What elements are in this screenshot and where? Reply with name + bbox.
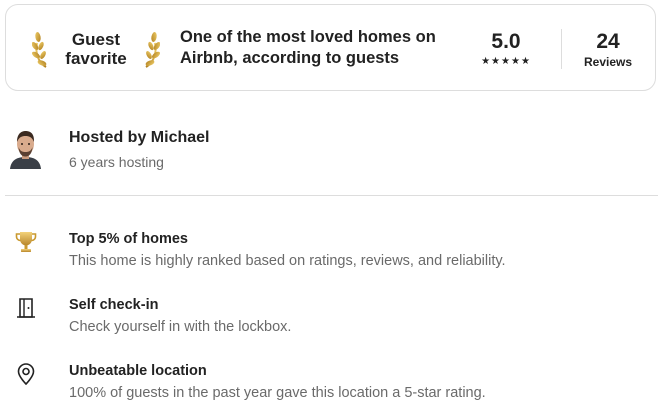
laurel-right-icon — [145, 32, 160, 68]
guest-favorite-label: Guest favorite — [54, 30, 138, 68]
host-avatar[interactable] — [10, 129, 41, 169]
reviews-label[interactable]: Reviews — [572, 55, 644, 69]
rating-value: 5.0 — [491, 30, 521, 53]
door-icon — [17, 298, 35, 318]
section-divider — [5, 195, 658, 196]
reviews-count[interactable]: 24 — [572, 31, 644, 53]
host-years: 6 years hosting — [69, 154, 164, 170]
guest-favorite-description: One of the most loved homes on Airbnb, a… — [180, 28, 436, 67]
badge-line-1: Guest — [71, 30, 121, 49]
card-divider — [561, 29, 562, 69]
highlight-title: Unbeatable location — [69, 363, 207, 379]
star-rating-icon: ★★★★★ — [481, 56, 531, 67]
highlight-item: Self check-in Check yourself in with the… — [0, 296, 664, 346]
reviews-summary[interactable]: 24 Reviews — [572, 31, 644, 70]
highlight-title: Top 5% of homes — [69, 231, 188, 247]
highlight-subtitle: 100% of guests in the past year gave thi… — [69, 385, 486, 401]
highlight-item: Top 5% of homes This home is highly rank… — [0, 230, 664, 280]
guest-favorite-badge: Guest favorite — [28, 27, 168, 75]
highlight-subtitle: This home is highly ranked based on rati… — [69, 253, 506, 269]
highlight-subtitle: Check yourself in with the lockbox. — [69, 319, 292, 335]
rating-summary: 5.0 ★★★★★ — [466, 31, 546, 68]
host-name: Hosted by Michael — [69, 129, 210, 146]
location-pin-icon — [17, 363, 35, 386]
trophy-icon — [15, 232, 37, 252]
badge-line-2: favorite — [65, 49, 127, 68]
highlight-title: Self check-in — [69, 297, 159, 313]
highlight-item: Unbeatable location 100% of guests in th… — [0, 362, 664, 412]
laurel-left-icon — [32, 32, 47, 68]
guest-favorite-card: Guest favorite One of the most loved hom… — [5, 4, 656, 91]
